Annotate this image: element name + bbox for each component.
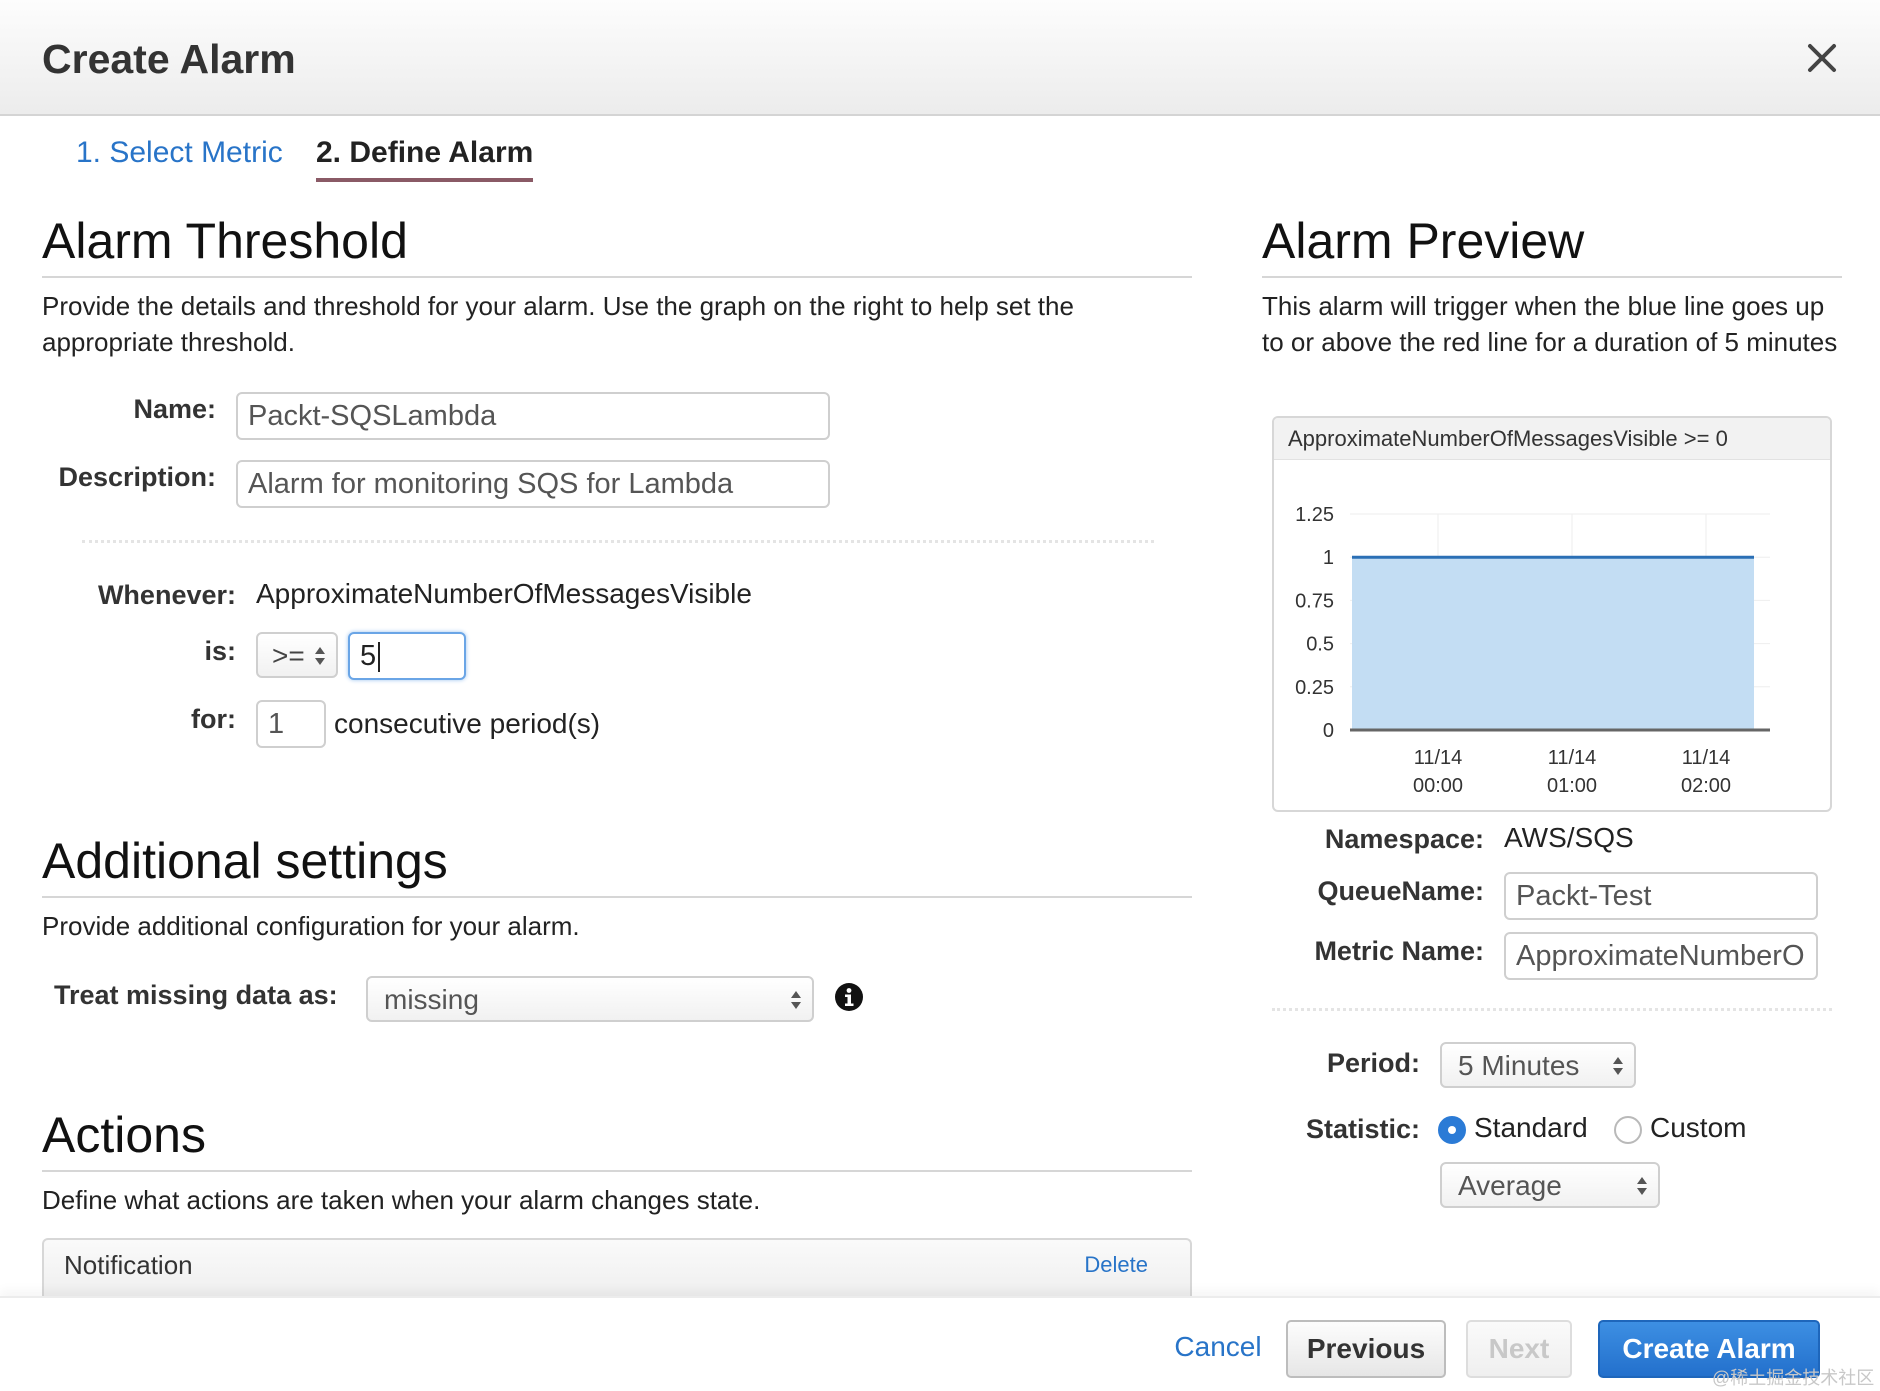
queue-name-label: QueueName:: [1317, 876, 1484, 906]
statistic-label: Statistic:: [1305, 1114, 1420, 1144]
missing-data-select[interactable]: missing: [366, 976, 814, 1022]
x-tick-label: 02:00: [1681, 775, 1731, 797]
text-caret: [378, 642, 381, 673]
queue-name-input[interactable]: Packt-Test: [1504, 872, 1818, 920]
notification-title: Notification: [64, 1250, 193, 1280]
dialog-header: Create Alarm: [0, 0, 1880, 116]
whenever-label: Whenever:: [97, 580, 236, 610]
periods-input[interactable]: 1: [256, 700, 326, 748]
alarm-threshold-description: Provide the details and threshold for yo…: [42, 291, 1074, 357]
close-icon[interactable]: [1800, 36, 1844, 80]
info-icon[interactable]: [834, 982, 864, 1012]
dialog-footer: Cancel Previous Next Create Alarm: [0, 1296, 1880, 1391]
x-tick-label: 11/14: [1548, 747, 1597, 769]
period-select[interactable]: 5 Minutes: [1440, 1042, 1636, 1088]
period-value: 5 Minutes: [1458, 1050, 1580, 1081]
alarm-preview-description: This alarm will trigger when the blue li…: [1262, 291, 1838, 357]
actions-description: Define what actions are taken when your …: [42, 1185, 761, 1215]
divider: [82, 540, 1154, 543]
divider: [42, 896, 1192, 898]
statistic-custom-label: Custom: [1650, 1112, 1747, 1143]
step-define-alarm[interactable]: 2. Define Alarm: [316, 136, 534, 182]
statistic-standard-radio[interactable]: [1438, 1116, 1466, 1144]
periods-suffix: consecutive period(s): [334, 708, 601, 739]
chart-canvas: 1.25 1 0.75 0.5 0.25 0 11/14 00:00 11/14 01:00 11/…: [1295, 504, 1770, 797]
x-tick-label: 00:00: [1413, 775, 1463, 797]
previous-button[interactable]: Previous: [1286, 1320, 1446, 1378]
step-select-metric[interactable]: 1. Select Metric: [76, 136, 283, 170]
metric-name-label: Metric Name:: [1314, 936, 1484, 966]
select-arrows-icon: [791, 991, 801, 1009]
divider: [42, 1170, 1192, 1172]
x-tick-label: 11/14: [1682, 747, 1731, 769]
missing-data-value: missing: [384, 984, 479, 1015]
additional-settings-heading: Additional settings: [42, 833, 448, 889]
divider: [1262, 276, 1842, 278]
period-label: Period:: [1326, 1048, 1420, 1078]
alarm-preview-heading: Alarm Preview: [1262, 213, 1585, 269]
description-label: Description:: [58, 462, 216, 492]
x-tick-label: 11/14: [1414, 747, 1463, 769]
for-label: for:: [191, 704, 236, 734]
statistic-custom-radio[interactable]: [1614, 1116, 1642, 1144]
statistic-select[interactable]: Average: [1440, 1162, 1660, 1208]
metric-name-input[interactable]: ApproximateNumberO: [1504, 932, 1818, 980]
dialog-title: Create Alarm: [42, 36, 296, 82]
x-tick-label: 01:00: [1547, 775, 1597, 797]
missing-data-label: Treat missing data as:: [54, 980, 338, 1010]
y-tick-label: 0.75: [1295, 590, 1334, 612]
name-label: Name:: [133, 394, 216, 424]
y-tick-label: 0.25: [1295, 677, 1334, 699]
description-input[interactable]: Alarm for monitoring SQS for Lambda: [236, 460, 830, 508]
next-button[interactable]: Next: [1466, 1320, 1572, 1378]
y-tick-label: 1.25: [1295, 504, 1334, 526]
watermark: @稀土掘金技术社区: [1712, 1368, 1875, 1388]
notification-panel: Notification Delete: [42, 1238, 1192, 1296]
namespace-value: AWS/SQS: [1504, 822, 1634, 853]
name-input[interactable]: Packt-SQSLambda: [236, 392, 830, 440]
statistic-standard-label: Standard: [1474, 1112, 1588, 1143]
additional-settings-description: Provide additional configuration for you…: [42, 911, 580, 941]
y-tick-label: 1: [1323, 547, 1334, 569]
whenever-metric: ApproximateNumberOfMessagesVisible: [256, 578, 752, 609]
alarm-preview-chart: ApproximateNumberOfMessagesVisible >= 0 …: [1272, 416, 1832, 812]
operator-select[interactable]: >=: [256, 632, 338, 678]
delete-notification-link[interactable]: Delete: [1084, 1252, 1148, 1278]
statistic-value: Average: [1458, 1170, 1562, 1201]
series-area: [1352, 557, 1754, 730]
select-arrows-icon: [1613, 1057, 1623, 1075]
y-tick-label: 0.5: [1306, 634, 1334, 656]
select-arrows-icon: [1637, 1177, 1647, 1195]
alarm-threshold-heading: Alarm Threshold: [42, 213, 408, 269]
threshold-input[interactable]: 5: [348, 632, 466, 680]
is-label: is:: [204, 636, 236, 666]
threshold-value: 5: [360, 640, 377, 672]
chart-title: ApproximateNumberOfMessagesVisible >= 0: [1274, 418, 1830, 460]
operator-value: >=: [272, 640, 305, 671]
divider: [42, 276, 1192, 278]
namespace-label: Namespace:: [1324, 824, 1484, 854]
divider: [1272, 1008, 1832, 1011]
cancel-button[interactable]: Cancel: [1168, 1320, 1268, 1378]
select-arrows-icon: [315, 647, 325, 665]
actions-heading: Actions: [42, 1107, 206, 1163]
y-tick-label: 0: [1323, 720, 1334, 742]
